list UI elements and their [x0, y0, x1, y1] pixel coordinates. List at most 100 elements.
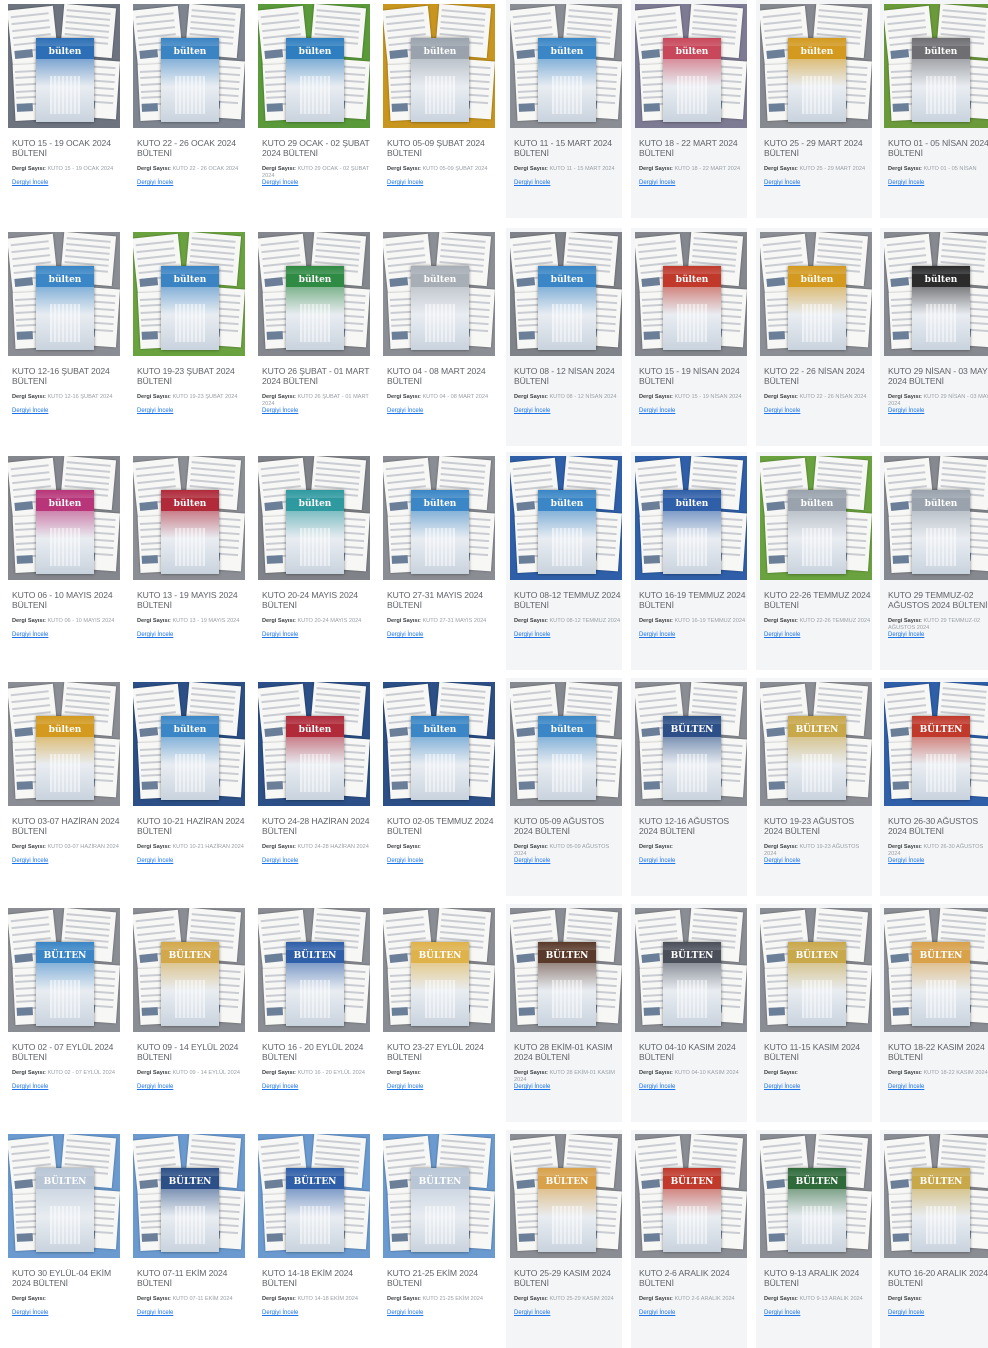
bulletin-cover-thumbnail[interactable]: bülten	[383, 4, 495, 128]
bulletin-title[interactable]: KUTO 22 - 26 NİSAN 2024 BÜLTENİ	[764, 366, 872, 386]
bulletin-cover-thumbnail[interactable]: bülten	[510, 4, 622, 128]
bulletin-cover-thumbnail[interactable]: BÜLTEN	[383, 908, 495, 1032]
bulletin-cover-thumbnail[interactable]: BÜLTEN	[884, 908, 988, 1032]
bulletin-cover-thumbnail[interactable]: BÜLTEN	[760, 908, 872, 1032]
bulletin-cover-thumbnail[interactable]: BÜLTEN	[8, 908, 120, 1032]
bulletin-cover-thumbnail[interactable]: bülten	[884, 232, 988, 356]
view-magazine-link[interactable]: Dergiyi İncele	[888, 180, 924, 186]
view-magazine-link[interactable]: Dergiyi İncele	[888, 1084, 924, 1090]
bulletin-title[interactable]: KUTO 04 - 08 MART 2024 BÜLTENİ	[387, 366, 495, 386]
bulletin-title[interactable]: KUTO 25-29 KASIM 2024 BÜLTENİ	[514, 1268, 622, 1288]
bulletin-title[interactable]: KUTO 22-26 TEMMUZ 2024 BÜLTENİ	[764, 590, 872, 610]
view-magazine-link[interactable]: Dergiyi İncele	[12, 858, 48, 864]
view-magazine-link[interactable]: Dergiyi İncele	[639, 408, 675, 414]
bulletin-cover-thumbnail[interactable]: BÜLTEN	[510, 1134, 622, 1258]
bulletin-title[interactable]: KUTO 26-30 AĞUSTOS 2024 BÜLTENİ	[888, 816, 988, 836]
bulletin-title[interactable]: KUTO 11 - 15 MART 2024 BÜLTENİ	[514, 138, 622, 158]
bulletin-title[interactable]: KUTO 12-16 ŞUBAT 2024 BÜLTENİ	[12, 366, 120, 386]
bulletin-title[interactable]: KUTO 06 - 10 MAYIS 2024 BÜLTENİ	[12, 590, 120, 610]
view-magazine-link[interactable]: Dergiyi İncele	[639, 858, 675, 864]
bulletin-cover-thumbnail[interactable]: bülten	[635, 232, 747, 356]
bulletin-cover-thumbnail[interactable]: bülten	[8, 682, 120, 806]
bulletin-cover-thumbnail[interactable]: bülten	[258, 456, 370, 580]
bulletin-cover-thumbnail[interactable]: bülten	[383, 232, 495, 356]
bulletin-cover-thumbnail[interactable]: bülten	[133, 682, 245, 806]
bulletin-cover-thumbnail[interactable]: BÜLTEN	[133, 908, 245, 1032]
bulletin-title[interactable]: KUTO 27-31 MAYIS 2024 BÜLTENİ	[387, 590, 495, 610]
view-magazine-link[interactable]: Dergiyi İncele	[387, 1084, 423, 1090]
bulletin-title[interactable]: KUTO 28 EKİM-01 KASIM 2024 BÜLTENİ	[514, 1042, 622, 1062]
bulletin-cover-thumbnail[interactable]: BÜLTEN	[884, 682, 988, 806]
bulletin-cover-thumbnail[interactable]: BÜLTEN	[383, 1134, 495, 1258]
bulletin-cover-thumbnail[interactable]: bülten	[258, 4, 370, 128]
bulletin-title[interactable]: KUTO 19-23 AĞUSTOS 2024 BÜLTENİ	[764, 816, 872, 836]
view-magazine-link[interactable]: Dergiyi İncele	[764, 408, 800, 414]
view-magazine-link[interactable]: Dergiyi İncele	[137, 858, 173, 864]
view-magazine-link[interactable]: Dergiyi İncele	[764, 632, 800, 638]
view-magazine-link[interactable]: Dergiyi İncele	[888, 408, 924, 414]
view-magazine-link[interactable]: Dergiyi İncele	[514, 1310, 550, 1316]
bulletin-title[interactable]: KUTO 22 - 26 OCAK 2024 BÜLTENİ	[137, 138, 245, 158]
bulletin-title[interactable]: KUTO 16 - 20 EYLÜL 2024 BÜLTENİ	[262, 1042, 370, 1062]
bulletin-title[interactable]: KUTO 2-6 ARALIK 2024 BÜLTENİ	[639, 1268, 747, 1288]
bulletin-cover-thumbnail[interactable]: bülten	[258, 682, 370, 806]
bulletin-title[interactable]: KUTO 09 - 14 EYLÜL 2024 BÜLTENİ	[137, 1042, 245, 1062]
bulletin-cover-thumbnail[interactable]: bülten	[133, 232, 245, 356]
bulletin-cover-thumbnail[interactable]: bülten	[133, 456, 245, 580]
view-magazine-link[interactable]: Dergiyi İncele	[262, 408, 298, 414]
bulletin-cover-thumbnail[interactable]: bülten	[133, 4, 245, 128]
view-magazine-link[interactable]: Dergiyi İncele	[639, 180, 675, 186]
bulletin-cover-thumbnail[interactable]: BÜLTEN	[635, 1134, 747, 1258]
bulletin-title[interactable]: KUTO 13 - 19 MAYIS 2024 BÜLTENİ	[137, 590, 245, 610]
view-magazine-link[interactable]: Dergiyi İncele	[888, 858, 924, 864]
view-magazine-link[interactable]: Dergiyi İncele	[888, 1310, 924, 1316]
bulletin-cover-thumbnail[interactable]: bülten	[383, 682, 495, 806]
view-magazine-link[interactable]: Dergiyi İncele	[639, 1310, 675, 1316]
view-magazine-link[interactable]: Dergiyi İncele	[639, 1084, 675, 1090]
view-magazine-link[interactable]: Dergiyi İncele	[764, 180, 800, 186]
bulletin-title[interactable]: KUTO 23-27 EYLÜL 2024 BÜLTENİ	[387, 1042, 495, 1062]
view-magazine-link[interactable]: Dergiyi İncele	[387, 180, 423, 186]
bulletin-cover-thumbnail[interactable]: bülten	[258, 232, 370, 356]
view-magazine-link[interactable]: Dergiyi İncele	[387, 632, 423, 638]
bulletin-cover-thumbnail[interactable]: BÜLTEN	[760, 682, 872, 806]
bulletin-title[interactable]: KUTO 02 - 07 EYLÜL 2024 BÜLTENİ	[12, 1042, 120, 1062]
bulletin-title[interactable]: KUTO 02-05 TEMMUZ 2024 BÜLTENİ	[387, 816, 495, 836]
bulletin-cover-thumbnail[interactable]: BÜLTEN	[510, 908, 622, 1032]
view-magazine-link[interactable]: Dergiyi İncele	[262, 632, 298, 638]
view-magazine-link[interactable]: Dergiyi İncele	[639, 632, 675, 638]
bulletin-title[interactable]: KUTO 21-25 EKİM 2024 BÜLTENİ	[387, 1268, 495, 1288]
bulletin-cover-thumbnail[interactable]: BÜLTEN	[635, 682, 747, 806]
view-magazine-link[interactable]: Dergiyi İncele	[514, 858, 550, 864]
view-magazine-link[interactable]: Dergiyi İncele	[137, 408, 173, 414]
view-magazine-link[interactable]: Dergiyi İncele	[764, 1084, 800, 1090]
bulletin-cover-thumbnail[interactable]: BÜLTEN	[133, 1134, 245, 1258]
bulletin-cover-thumbnail[interactable]: bülten	[8, 232, 120, 356]
bulletin-cover-thumbnail[interactable]: bülten	[510, 682, 622, 806]
bulletin-title[interactable]: KUTO 03-07 HAZİRAN 2024 BÜLTENİ	[12, 816, 120, 836]
bulletin-title[interactable]: KUTO 05-09 ŞUBAT 2024 BÜLTENİ	[387, 138, 495, 158]
bulletin-title[interactable]: KUTO 14-18 EKİM 2024 BÜLTENİ	[262, 1268, 370, 1288]
view-magazine-link[interactable]: Dergiyi İncele	[12, 408, 48, 414]
bulletin-cover-thumbnail[interactable]: bülten	[510, 232, 622, 356]
bulletin-title[interactable]: KUTO 30 EYLÜL-04 EKİM 2024 BÜLTENİ	[12, 1268, 120, 1288]
view-magazine-link[interactable]: Dergiyi İncele	[764, 858, 800, 864]
bulletin-cover-thumbnail[interactable]: bülten	[635, 456, 747, 580]
bulletin-cover-thumbnail[interactable]: bülten	[383, 456, 495, 580]
bulletin-title[interactable]: KUTO 18-22 KASIM 2024 BÜLTENİ	[888, 1042, 988, 1062]
bulletin-title[interactable]: KUTO 07-11 EKİM 2024 BÜLTENİ	[137, 1268, 245, 1288]
bulletin-title[interactable]: KUTO 16-19 TEMMUZ 2024 BÜLTENİ	[639, 590, 747, 610]
bulletin-title[interactable]: KUTO 19-23 ŞUBAT 2024 BÜLTENİ	[137, 366, 245, 386]
bulletin-title[interactable]: KUTO 04-10 KASIM 2024 BÜLTENİ	[639, 1042, 747, 1062]
view-magazine-link[interactable]: Dergiyi İncele	[387, 408, 423, 414]
view-magazine-link[interactable]: Dergiyi İncele	[12, 632, 48, 638]
view-magazine-link[interactable]: Dergiyi İncele	[514, 1084, 550, 1090]
bulletin-cover-thumbnail[interactable]: bülten	[760, 4, 872, 128]
view-magazine-link[interactable]: Dergiyi İncele	[137, 1084, 173, 1090]
view-magazine-link[interactable]: Dergiyi İncele	[514, 180, 550, 186]
bulletin-cover-thumbnail[interactable]: BÜLTEN	[258, 908, 370, 1032]
bulletin-title[interactable]: KUTO 08 - 12 NİSAN 2024 BÜLTENİ	[514, 366, 622, 386]
view-magazine-link[interactable]: Dergiyi İncele	[12, 1084, 48, 1090]
bulletin-cover-thumbnail[interactable]: bülten	[884, 4, 988, 128]
bulletin-title[interactable]: KUTO 15 - 19 OCAK 2024 BÜLTENİ	[12, 138, 120, 158]
